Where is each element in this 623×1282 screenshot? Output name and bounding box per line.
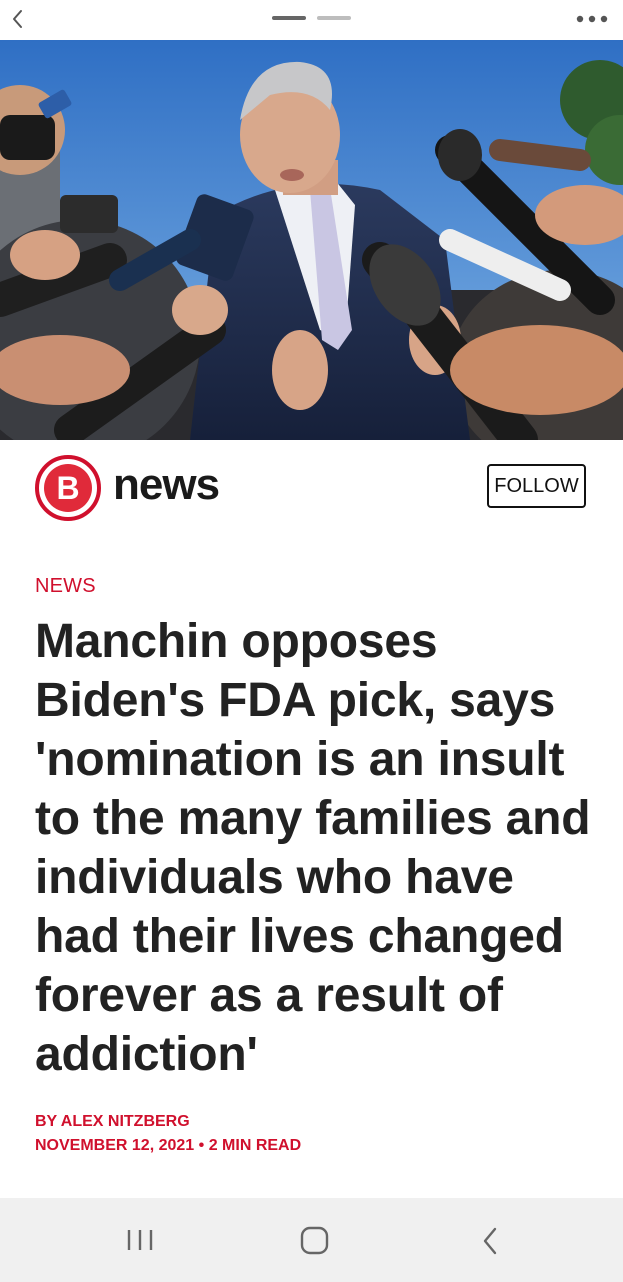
article-meta: NOVEMBER 12, 2021 • 2 MIN READ xyxy=(35,1137,301,1155)
article-headline: Manchin opposes Biden's FDA pick, says '… xyxy=(35,615,591,1081)
page-dot-inactive xyxy=(317,16,351,20)
chevron-left-icon[interactable] xyxy=(8,6,32,32)
recents-icon[interactable] xyxy=(100,1198,180,1282)
section-label[interactable]: NEWS xyxy=(35,575,96,598)
more-horizontal-icon[interactable] xyxy=(575,12,609,26)
top-bar xyxy=(0,0,623,40)
publisher-name[interactable]: news xyxy=(113,458,220,512)
hero-image xyxy=(0,40,623,440)
publisher-row: B news FOLLOW xyxy=(0,440,623,540)
home-icon[interactable] xyxy=(274,1198,354,1282)
follow-button[interactable]: FOLLOW xyxy=(487,464,586,508)
read-time: 2 MIN READ xyxy=(208,1137,302,1154)
svg-text:B: B xyxy=(56,470,79,506)
publish-date: NOVEMBER 12, 2021 xyxy=(35,1137,195,1154)
publisher-logo-icon[interactable]: B xyxy=(34,454,102,522)
author-byline[interactable]: BY ALEX NITZBERG xyxy=(35,1113,190,1131)
press-conference-photo xyxy=(0,40,623,440)
system-nav-bar xyxy=(0,1198,623,1282)
back-icon[interactable] xyxy=(450,1198,530,1282)
meta-separator: • xyxy=(198,1137,205,1154)
page-dot-active xyxy=(272,16,306,20)
